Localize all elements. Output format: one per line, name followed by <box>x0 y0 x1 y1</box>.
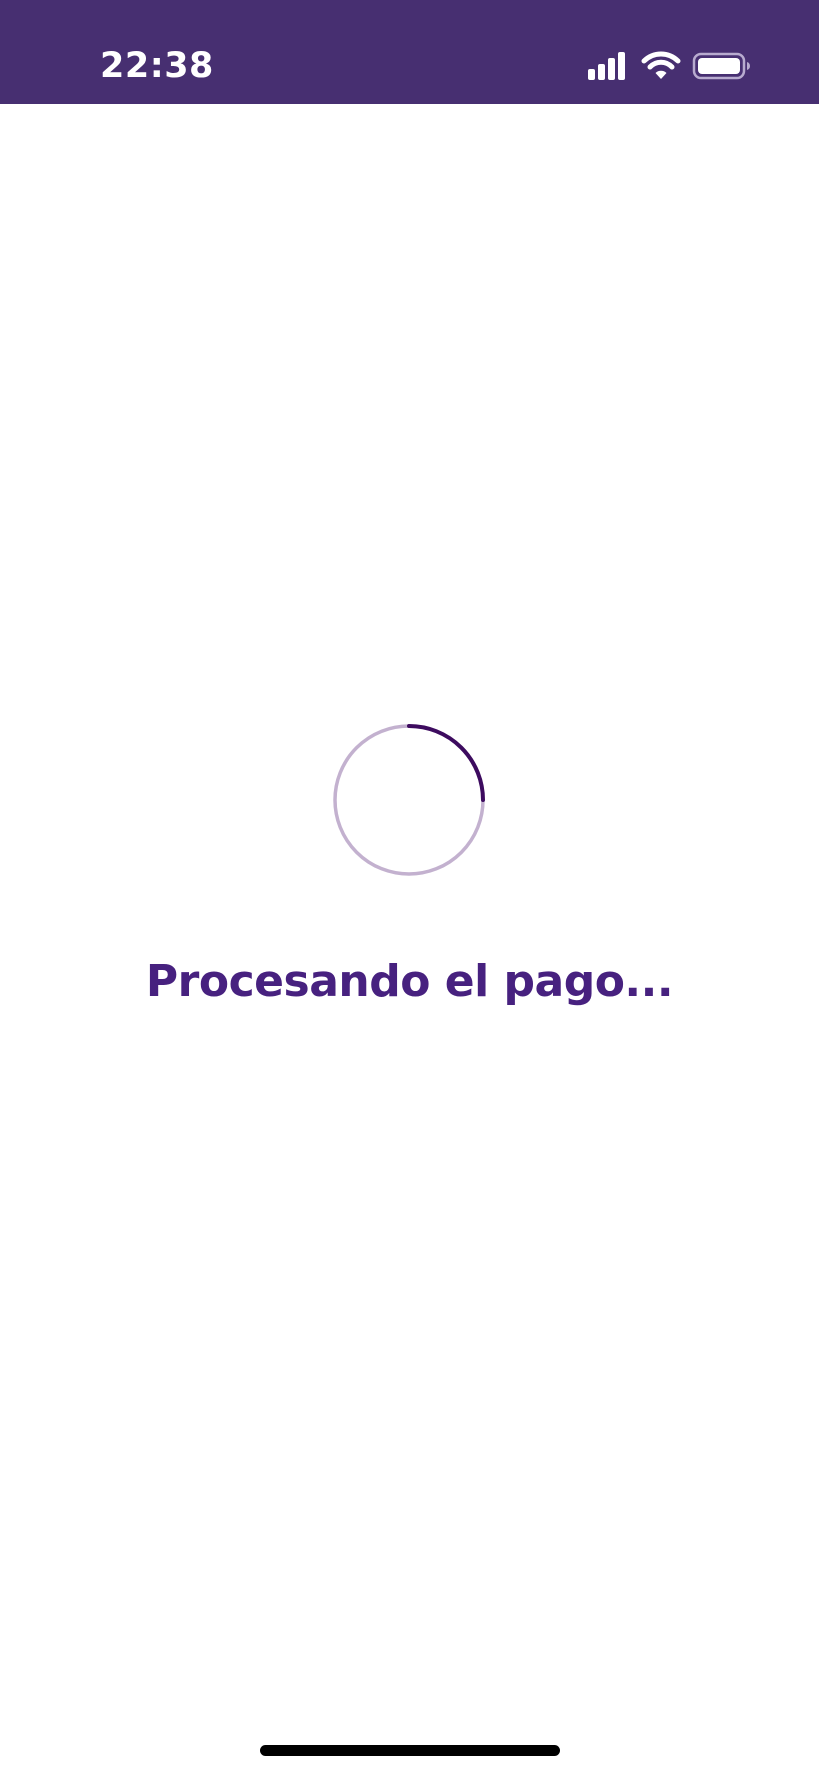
processing-payment-title: Procesando el pago... <box>145 956 674 1007</box>
cellular-signal-icon <box>588 52 625 80</box>
status-time: 22:38 <box>100 46 214 86</box>
home-indicator <box>260 1745 560 1756</box>
battery-full-icon <box>692 52 750 80</box>
wifi-icon <box>641 51 681 79</box>
status-bar: 22:38 <box>0 0 819 104</box>
spinner-progress-arc <box>407 724 485 802</box>
loading-spinner-icon <box>333 724 485 876</box>
status-icons <box>586 49 752 83</box>
loading-spinner <box>329 720 489 880</box>
